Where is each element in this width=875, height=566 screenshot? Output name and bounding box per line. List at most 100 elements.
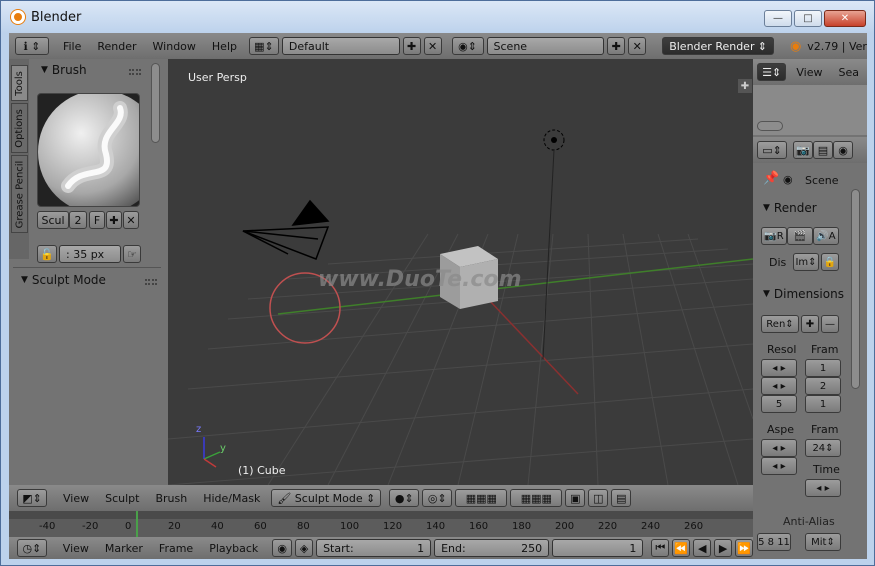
audio-button[interactable]: 🔊 A [813,227,839,245]
brush-users-field[interactable]: 2 [69,211,87,229]
layers-right[interactable]: ▦▦▦ [510,489,563,507]
render-panel-header[interactable]: ▼ Render [763,201,817,215]
menu-window[interactable]: Window [153,40,196,53]
menu-view-timeline[interactable]: View [63,542,89,555]
lock-icon[interactable]: 🔓 [37,245,57,263]
add-brush-button[interactable]: ✚ [106,211,122,229]
resolution-pct-field[interactable]: 5 [761,395,797,413]
layers-tab-icon[interactable]: ▤ [813,141,833,159]
viewport-corner-plus-icon[interactable]: ✚ [738,79,752,93]
remove-brush-button[interactable]: ✕ [123,211,139,229]
record-icon[interactable]: ◉ [272,539,293,557]
timeline-ruler[interactable]: -40 -20 0 20 40 60 80 100 120 140 160 180 200 220 240 2… [9,511,753,537]
resolution-y-field[interactable]: ◂ ▸ [761,377,797,395]
menu-frame[interactable]: Frame [159,542,193,555]
menu-search[interactable]: Sea [839,66,860,79]
display-lock-icon[interactable]: 🔒 [821,253,839,271]
render-engine-dropdown[interactable]: Blender Render ⇕ [662,37,774,55]
pressure-icon[interactable]: ☞ [123,245,141,263]
3d-viewport[interactable]: User Persp www.DuoTe.com z y (1) Cube ✚ [168,59,753,485]
outliner-editor-type-button[interactable]: ☰⇕ [757,63,787,81]
panel-grip-icon[interactable] [145,279,157,285]
sculpt-mode-panel-header[interactable]: ▼ Sculpt Mode [21,273,106,287]
menu-hide-mask[interactable]: Hide/Mask [203,492,260,505]
frame-end-field[interactable]: 2 [805,377,841,395]
remove-layout-button[interactable]: ✕ [423,37,442,55]
filter-dropdown[interactable]: Mit ⇕ [805,533,841,551]
blender-small-icon: ◉ [789,38,802,54]
mode-dropdown[interactable]: 🖌 Sculpt Mode ⇕ [271,489,382,507]
shading-button[interactable]: ●⇕ [389,489,420,507]
display-dropdown[interactable]: Im ⇕ [793,253,819,271]
brush-preview[interactable] [37,93,140,207]
add-scene-button[interactable]: ✚ [607,37,626,55]
fake-user-button[interactable]: F [89,211,105,229]
remove-scene-button[interactable]: ✕ [628,37,647,55]
scene-tab-icon[interactable]: ◉ [833,141,853,159]
render-still-button[interactable]: 📷 R [761,227,787,245]
panel-grip-icon[interactable] [129,69,141,75]
clock-icon[interactable]: ◷⇕ [17,539,47,557]
tool-shelf-scrollbar[interactable] [151,63,160,143]
add-preset-button[interactable]: ✚ [801,315,819,333]
keying-icon[interactable]: ◈ [295,539,314,557]
menu-help[interactable]: Help [212,40,237,53]
current-frame-marker[interactable] [136,511,138,537]
close-button[interactable]: ✕ [824,10,866,27]
scene-icon[interactable]: ◉⇕ [451,37,484,55]
pivot-button[interactable]: ◎⇕ [422,489,453,507]
menu-view[interactable]: View [63,492,89,505]
render-animation-button[interactable]: 🎬 [787,227,813,245]
dimensions-panel-header[interactable]: ▼ Dimensions [763,287,844,301]
scene-field[interactable]: Scene [486,37,605,55]
resolution-x-field[interactable]: ◂ ▸ [761,359,797,377]
jump-key-back-icon[interactable]: ⏪ [672,539,691,557]
pin-icon[interactable]: 📌 [763,171,779,186]
screen-layout-icon[interactable]: ▦⇕ [248,37,279,55]
menu-marker[interactable]: Marker [105,542,143,555]
time-remap-field[interactable]: ◂ ▸ [805,479,841,497]
layers-left[interactable]: ▦▦▦ [455,489,508,507]
layout-field[interactable]: Default [281,37,400,55]
current-frame-field[interactable]: 1 [552,539,644,557]
aspect-x-field[interactable]: ◂ ▸ [761,439,797,457]
minimize-button[interactable]: — [764,10,792,27]
menu-sculpt[interactable]: Sculpt [105,492,139,505]
menu-render[interactable]: Render [97,40,136,53]
aspect-y-field[interactable]: ◂ ▸ [761,457,797,475]
timeline-tick-label: 140 [426,521,446,532]
radius-field[interactable]: : 35 px [59,245,121,263]
menu-playback[interactable]: Playback [209,542,258,555]
properties-editor-type-button[interactable]: ▭⇕ [757,141,787,159]
preset-dropdown[interactable]: Ren ⇕ [761,315,799,333]
remove-preset-button[interactable]: — [821,315,839,333]
frame-start-field[interactable]: 1 [805,359,841,377]
info-editor-type-button[interactable]: ℹ ⇕ [15,37,49,55]
start-field[interactable]: Start: 1 [316,539,432,557]
properties-scrollbar[interactable] [851,189,860,389]
brush-name-field[interactable]: Scul [37,211,69,229]
tab-tools[interactable]: Tools [11,65,28,101]
play-icon[interactable]: ▶ [714,539,733,557]
render-icon[interactable]: ◫ [588,489,609,507]
menu-view-outliner[interactable]: View [796,66,822,79]
tab-grease-pencil[interactable]: Grease Pencil [11,155,28,233]
add-layout-button[interactable]: ✚ [402,37,421,55]
jump-key-forward-icon[interactable]: ⏩ [735,539,753,557]
aa-samples-field[interactable]: 5 8 11 [757,533,791,551]
editor-type-button[interactable]: ◩⇕ [17,489,47,507]
outliner-hscroll[interactable] [757,121,783,131]
frame-rate-dropdown[interactable]: 24 ⇕ [805,439,841,457]
lock-layers-icon[interactable]: ▣ [565,489,586,507]
tab-options[interactable]: Options [11,103,28,153]
end-field[interactable]: End: 250 [434,539,550,557]
play-reverse-icon[interactable]: ◀ [693,539,712,557]
jump-start-icon[interactable]: ⏮ [651,539,670,557]
render-anim-icon[interactable]: ▤ [611,489,632,507]
brush-panel-header[interactable]: ▼ Brush [41,63,87,77]
maximize-button[interactable]: □ [794,10,822,27]
menu-file[interactable]: File [63,40,81,53]
frame-step-field[interactable]: 1 [805,395,841,413]
menu-brush[interactable]: Brush [155,492,187,505]
render-tab-icon[interactable]: 📷 [793,141,813,159]
